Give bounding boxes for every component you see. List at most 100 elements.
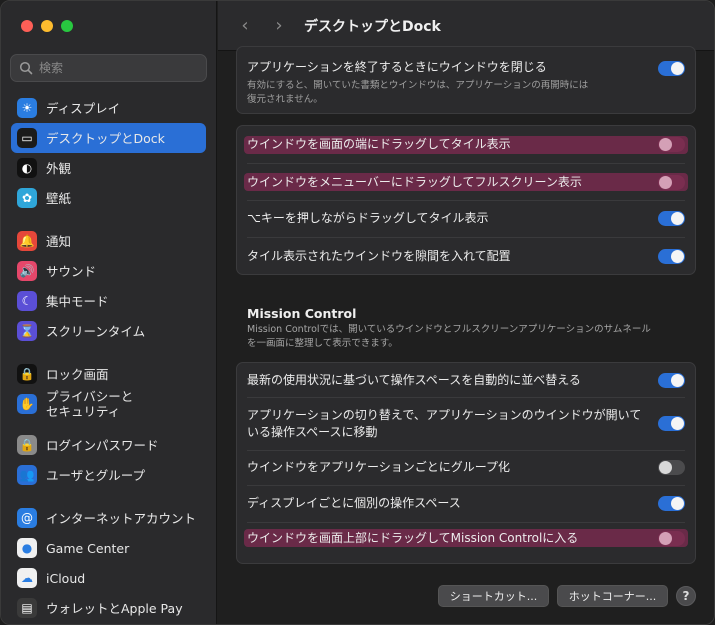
setting-toggle[interactable] — [658, 174, 685, 190]
setting-row: ウインドウをメニューバーにドラッグしてフルスクリーン表示 — [237, 164, 695, 200]
hourglass-icon: ⌛ — [17, 321, 37, 341]
game-center-icon: ● — [17, 538, 37, 558]
sidebar-item[interactable]: ☁ iCloud — [11, 563, 206, 593]
sidebar-item[interactable]: 🔔 通知 — [11, 226, 206, 256]
setting-toggle[interactable] — [658, 137, 685, 152]
sidebar-item[interactable]: ● Game Center — [11, 533, 206, 563]
sidebar-item-label: 壁紙 — [46, 190, 72, 206]
sidebar-item-label: サウンド — [46, 263, 97, 279]
sidebar-item-label: ディスプレイ — [46, 100, 121, 116]
users-icon: 👥 — [17, 465, 37, 485]
setting-toggle[interactable] — [658, 372, 685, 388]
settings-pane: アプリケーションを終了するときにウインドウを閉じる 有効にすると、開いていた書類… — [218, 46, 714, 624]
sidebar-item-label: 通知 — [46, 233, 72, 249]
hot-corners-button[interactable]: ホットコーナー... — [557, 585, 668, 607]
back-button[interactable]: ‹ — [232, 13, 258, 39]
sidebar-item[interactable]: ✿ 壁紙 — [11, 183, 206, 213]
setting-toggle[interactable] — [658, 496, 685, 511]
sidebar-item-label: ユーザとグループ — [46, 467, 146, 483]
shortcuts-button[interactable]: ショートカット... — [438, 585, 549, 607]
sidebar-item[interactable]: ▤ ウォレットとApple Pay — [11, 593, 206, 623]
mission-control-title: Mission Control — [247, 306, 357, 321]
setting-row: ⌥キーを押しながらドラッグしてタイル表示 — [237, 200, 695, 237]
page-title: デスクトップとDock — [304, 18, 441, 35]
lock-icon: 🔒 — [17, 364, 37, 384]
sidebar-item[interactable]: ◐ 外観 — [11, 153, 206, 183]
search-input[interactable] — [39, 61, 199, 75]
setting-label: ディスプレイごとに個別の操作スペース — [247, 496, 461, 510]
sidebar-item-label: ロック画面 — [46, 366, 109, 382]
setting-label: ウインドウを画面の端にドラッグしてタイル表示 — [247, 137, 511, 151]
settings-window: ☀ ディスプレイ ▭ デスクトップとDock ◐ 外観 ✿ 壁紙 🔔 通知 🔊 サウンド ☾ 集中モード ⌛… — [0, 0, 715, 625]
hand-icon: ✋ — [17, 394, 37, 414]
appearance-icon: ◐ — [17, 158, 37, 178]
setting-label: ウインドウをアプリケーションごとにグループ化 — [247, 460, 511, 474]
sidebar-item-label: 外観 — [46, 160, 72, 176]
close-windows-label: アプリケーションを終了するときにウインドウを閉じる — [247, 60, 547, 74]
close-windows-toggle[interactable] — [658, 61, 685, 76]
window-controls — [21, 20, 73, 32]
wallpaper-icon: ✿ — [17, 188, 37, 208]
setting-label: ウインドウをメニューバーにドラッグしてフルスクリーン表示 — [247, 174, 582, 189]
setting-label: タイル表示されたウインドウを隙間を入れて配置 — [247, 248, 511, 263]
close-button[interactable] — [21, 20, 33, 32]
toolbar: ‹ › デスクトップとDock — [218, 1, 714, 51]
setting-row: ウインドウを画面上部にドラッグしてMission Controlに入る — [237, 522, 695, 554]
key-lock-icon: 🔒 — [17, 435, 37, 455]
setting-row: ディスプレイごとに個別の操作スペース — [237, 485, 695, 522]
sidebar-item[interactable]: ☀ ディスプレイ — [11, 93, 206, 123]
sidebar-item[interactable]: ▭ デスクトップとDock — [11, 123, 206, 153]
setting-row: ウインドウを画面の端にドラッグしてタイル表示 — [237, 126, 695, 163]
sidebar-item[interactable]: ✋ プライバシーと セキュリティ — [11, 384, 206, 424]
setting-row: ウインドウをアプリケーションごとにグループ化 — [237, 450, 695, 485]
sidebar-item-label: iCloud — [46, 570, 86, 586]
sidebar-item[interactable]: 🔒 ログインパスワード — [11, 430, 206, 460]
setting-label: ウインドウを画面上部にドラッグしてMission Controlに入る — [247, 530, 579, 545]
sidebar-item-label: プライバシーと セキュリティ — [46, 389, 134, 419]
setting-row: 最新の使用状況に基づいて操作スペースを自動的に並べ替える — [237, 363, 695, 397]
sidebar-item-label: ウォレットとApple Pay — [46, 600, 183, 616]
wallet-icon: ▤ — [17, 598, 37, 618]
close-windows-group: アプリケーションを終了するときにウインドウを閉じる 有効にすると、開いていた書類… — [236, 46, 696, 114]
sidebar-item[interactable]: @ インターネットアカウント — [11, 503, 206, 533]
mission-control-group: 最新の使用状況に基づいて操作スペースを自動的に並べ替えるアプリケーションの切り替… — [236, 362, 696, 564]
sidebar-item-label: Game Center — [46, 540, 130, 556]
minimize-button[interactable] — [41, 20, 53, 32]
sidebar-item[interactable]: 🔊 サウンド — [11, 256, 206, 286]
sidebar-item-label: 集中モード — [46, 293, 109, 309]
speaker-icon: 🔊 — [17, 261, 37, 281]
sidebar-item-label: デスクトップとDock — [46, 130, 165, 146]
cloud-icon: ☁ — [17, 568, 37, 588]
sidebar-item[interactable]: 👥 ユーザとグループ — [11, 460, 206, 490]
sidebar: ☀ ディスプレイ ▭ デスクトップとDock ◐ 外観 ✿ 壁紙 🔔 通知 🔊 サウンド ☾ 集中モード ⌛… — [1, 1, 217, 624]
chevron-left-icon: ‹ — [241, 15, 249, 36]
at-icon: @ — [17, 508, 37, 528]
dock-icon: ▭ — [17, 128, 37, 148]
zoom-button[interactable] — [61, 20, 73, 32]
close-windows-desc: 有効にすると、開いていた書類とウインドウは、アプリケーションの再開時には 復元さ… — [247, 80, 589, 105]
setting-toggle[interactable] — [658, 416, 685, 431]
sun-icon: ☀ — [17, 98, 37, 118]
search-icon — [19, 61, 33, 75]
sidebar-item[interactable]: ⌛ スクリーンタイム — [11, 316, 206, 346]
tiling-group: ウインドウを画面の端にドラッグしてタイル表示ウインドウをメニューバーにドラッグし… — [236, 125, 696, 275]
setting-toggle[interactable] — [658, 248, 685, 264]
setting-row: アプリケーションの切り替えで、アプリケーションのウインドウが開いて いる操作スペ… — [237, 397, 695, 450]
setting-label: アプリケーションの切り替えで、アプリケーションのウインドウが開いて いる操作スペ… — [247, 407, 642, 439]
setting-toggle[interactable] — [658, 211, 685, 226]
forward-button[interactable]: › — [266, 13, 292, 39]
setting-row: タイル表示されたウインドウを隙間を入れて配置 — [237, 237, 695, 275]
sidebar-item[interactable]: ☾ 集中モード — [11, 286, 206, 316]
chevron-right-icon: › — [275, 15, 283, 36]
help-button[interactable]: ? — [676, 586, 696, 606]
setting-label: ⌥キーを押しながらドラッグしてタイル表示 — [247, 211, 489, 225]
mission-control-desc: Mission Controlでは、開いているウインドウとフルスクリーンアプリケ… — [247, 324, 651, 349]
setting-toggle[interactable] — [658, 530, 685, 546]
bell-icon: 🔔 — [17, 231, 37, 251]
sidebar-item-label: インターネットアカウント — [46, 510, 197, 526]
search-box[interactable] — [10, 54, 207, 82]
sidebar-item-label: ログインパスワード — [46, 437, 159, 453]
moon-icon: ☾ — [17, 291, 37, 311]
setting-label: 最新の使用状況に基づいて操作スペースを自動的に並べ替える — [247, 372, 581, 387]
setting-toggle[interactable] — [658, 460, 685, 475]
